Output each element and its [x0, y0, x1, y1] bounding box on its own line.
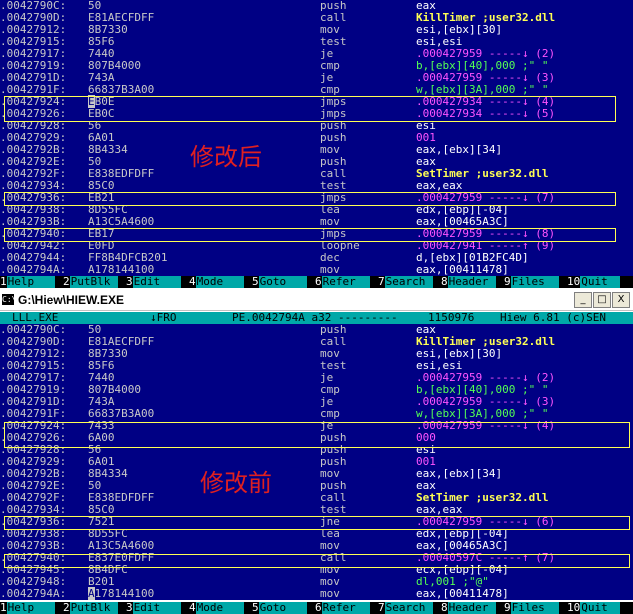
fkey-edit[interactable]: 3Edit	[126, 276, 181, 288]
code-line[interactable]: .0042794A: A178144100 mov eax,[00411478]	[0, 587, 633, 600]
fkey-help[interactable]: 1Help	[0, 602, 55, 614]
fkey-number: 5	[252, 276, 259, 288]
fkey-search[interactable]: 7Search	[378, 276, 433, 288]
fkey-label: PutBlk	[69, 602, 118, 614]
line-operands: .000427934 -----↓ (5)	[416, 107, 556, 120]
fkey-refer[interactable]: 6Refer	[315, 602, 370, 614]
status-position: PE.0042794A a32 ---------	[232, 312, 398, 324]
fkey-quit[interactable]: 10Quit	[567, 602, 621, 614]
fkey-label: Quit	[580, 602, 621, 614]
fkey-label: Help	[6, 276, 55, 288]
fkey-number: 6	[315, 276, 322, 288]
fkey-number: 9	[504, 602, 511, 614]
annotation-before: 修改前	[200, 469, 272, 497]
fkey-mode[interactable]: 4Mode	[189, 276, 244, 288]
line-hex-bytes: A178144100	[88, 587, 155, 600]
fkey-label: Header	[447, 276, 496, 288]
line-address: .0042794A:	[0, 587, 67, 600]
fkey-number: 7	[378, 602, 385, 614]
function-key-bar-top: 1Help 2PutBlk 3Edit 4Mode 5Goto 6Refer 7Search…	[0, 276, 633, 288]
fkey-label: Files	[510, 602, 559, 614]
edit-cursor[interactable]: A	[88, 587, 95, 600]
status-mode: ↓FRO	[150, 312, 177, 324]
line-address: .0042794A:	[0, 263, 67, 276]
fkey-label: Quit	[580, 276, 621, 288]
fkey-label: Refer	[321, 276, 370, 288]
fkey-number: 9	[504, 276, 511, 288]
fkey-number: 2	[63, 276, 70, 288]
minimize-button[interactable]: _	[574, 292, 592, 308]
line-mnemonic: mov	[320, 263, 340, 276]
fkey-number: 8	[441, 276, 448, 288]
status-file: LLL.EXE	[12, 312, 59, 324]
fkey-number: 1	[0, 276, 7, 288]
fkey-goto[interactable]: 5Goto	[252, 602, 307, 614]
fkey-quit[interactable]: 10Quit	[567, 276, 621, 288]
fkey-number: 3	[126, 276, 133, 288]
fkey-label: Edit	[132, 602, 181, 614]
fkey-help[interactable]: 1Help	[0, 276, 55, 288]
fkey-label: Search	[384, 602, 433, 614]
line-mnemonic: mov	[320, 587, 340, 600]
console-window-icon: C:\	[2, 294, 17, 305]
fkey-search[interactable]: 7Search	[378, 602, 433, 614]
fkey-number: 10	[567, 276, 581, 288]
fkey-number: 10	[567, 602, 581, 614]
line-operands: eax,[00411478]	[416, 263, 509, 276]
fkey-label: Search	[384, 276, 433, 288]
fkey-label: Help	[6, 602, 55, 614]
disassembly-view-after[interactable]: .0042790C: 50 push eax .0042790D: E81AECFDFF c…	[0, 0, 633, 276]
fkey-label: Mode	[195, 276, 244, 288]
fkey-label: Goto	[258, 276, 307, 288]
window-titlebar[interactable]: C:\ G:\Hiew\HIEW.EXE _ □ X	[0, 290, 633, 311]
fkey-putblk[interactable]: 2PutBlk	[63, 602, 118, 614]
annotation-after: 修改后	[190, 143, 262, 171]
fkey-refer[interactable]: 6Refer	[315, 276, 370, 288]
fkey-files[interactable]: 9Files	[504, 602, 559, 614]
code-line[interactable]: .0042794A: A178144100 mov eax,[00411478]	[0, 264, 633, 276]
fkey-number: 4	[189, 602, 196, 614]
fkey-number: 8	[441, 602, 448, 614]
fkey-number: 4	[189, 276, 196, 288]
fkey-label: Refer	[321, 602, 370, 614]
fkey-edit[interactable]: 3Edit	[126, 602, 181, 614]
window-title: G:\Hiew\HIEW.EXE	[18, 293, 125, 307]
fkey-label: Edit	[132, 276, 181, 288]
close-button[interactable]: X	[612, 292, 630, 308]
line-operands: eax,[00411478]	[416, 587, 509, 600]
disassembly-view-before[interactable]: .0042790C: 50 push eax .0042790D: E81AECFDFF c…	[0, 324, 633, 600]
fkey-number: 3	[126, 602, 133, 614]
fkey-mode[interactable]: 4Mode	[189, 602, 244, 614]
fkey-label: Goto	[258, 602, 307, 614]
fkey-files[interactable]: 9Files	[504, 276, 559, 288]
fkey-number: 2	[63, 602, 70, 614]
fkey-label: Mode	[195, 602, 244, 614]
line-hex-bytes: A178144100	[88, 263, 155, 276]
fkey-header[interactable]: 8Header	[441, 602, 496, 614]
fkey-number: 5	[252, 602, 259, 614]
status-size: 1150976	[428, 312, 475, 324]
fkey-number: 6	[315, 602, 322, 614]
fkey-number: 1	[0, 602, 7, 614]
status-bar: LLL.EXE ↓FRO PE.0042794A a32 --------- 1…	[0, 312, 633, 324]
fkey-label: Header	[447, 602, 496, 614]
maximize-button[interactable]: □	[593, 292, 611, 308]
function-key-bar-bottom: 1Help 2PutBlk 3Edit 4Mode 5Goto 6Refer 7Search…	[0, 602, 633, 614]
fkey-number: 7	[378, 276, 385, 288]
fkey-putblk[interactable]: 2PutBlk	[63, 276, 118, 288]
status-version: Hiew 6.81 (c)SEN	[500, 312, 606, 324]
fkey-goto[interactable]: 5Goto	[252, 276, 307, 288]
fkey-header[interactable]: 8Header	[441, 276, 496, 288]
fkey-label: PutBlk	[69, 276, 118, 288]
line-operands: .000427959 -----↓ (4)	[416, 419, 556, 432]
fkey-label: Files	[510, 276, 559, 288]
